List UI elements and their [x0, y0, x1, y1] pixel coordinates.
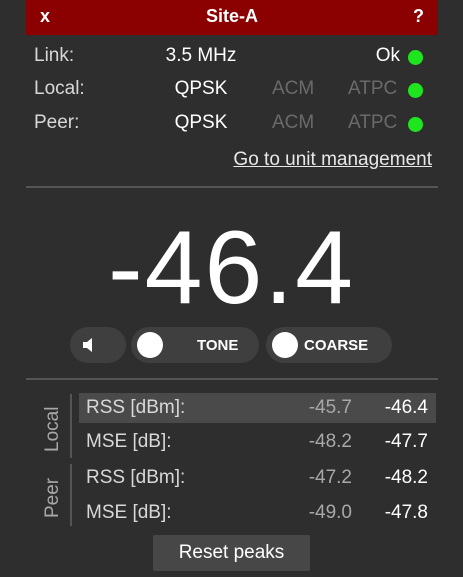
table-row: RSS [dBm]: -47.2 -48.2 — [79, 463, 436, 493]
title-bar: x Site-A ? — [26, 0, 438, 35]
link-state: Ok — [375, 45, 400, 66]
link-row: Link: 3.5 MHz Ok — [34, 43, 430, 71]
local-atpc: ATPC — [348, 78, 398, 99]
metric-peak: -47.7 — [384, 431, 428, 452]
peer-group-line — [70, 464, 72, 526]
peer-label: Peer: — [34, 112, 80, 133]
local-group-label: Local — [42, 406, 63, 452]
reset-peaks-button[interactable]: Reset peaks — [153, 535, 310, 571]
coarse-toggle[interactable]: COARSE — [266, 327, 392, 363]
local-label: Local: — [34, 78, 85, 99]
link-label: Link: — [34, 45, 75, 66]
peer-row: Peer: QPSK ACM ATPC — [34, 110, 430, 138]
metric-current: -47.2 — [308, 467, 352, 488]
coarse-toggle-knob — [272, 332, 298, 358]
metric-peak: -47.8 — [384, 502, 428, 523]
peer-acm: ACM — [272, 112, 315, 133]
tone-toggle-knob — [137, 332, 163, 358]
metric-label: MSE [dB]: — [86, 502, 172, 523]
metric-current: -49.0 — [308, 502, 352, 523]
mute-button[interactable] — [70, 327, 126, 363]
link-status-indicator — [408, 50, 423, 65]
metric-label: MSE [dB]: — [86, 431, 172, 452]
local-modulation: QPSK — [174, 78, 228, 99]
tone-toggle[interactable]: TONE — [131, 327, 259, 363]
metric-current: -48.2 — [308, 431, 352, 452]
divider-top — [26, 186, 438, 188]
local-group-line — [70, 394, 72, 458]
metric-label: RSS [dBm]: — [86, 397, 186, 418]
table-row: RSS [dBm]: -45.7 -46.4 — [79, 393, 436, 423]
metric-peak: -48.2 — [384, 467, 428, 488]
divider-bottom — [26, 378, 438, 380]
peer-atpc: ATPC — [348, 112, 398, 133]
local-status-indicator — [408, 83, 423, 98]
window-title: Site-A — [205, 6, 258, 26]
speaker-icon — [83, 338, 92, 352]
table-row: MSE [dB]: -48.2 -47.7 — [79, 427, 436, 457]
link-bandwidth: 3.5 MHz — [165, 45, 237, 66]
peer-group-label: Peer — [42, 477, 63, 518]
table-row: MSE [dB]: -49.0 -47.8 — [79, 498, 436, 528]
metric-current: -45.7 — [308, 397, 352, 418]
tone-label: TONE — [197, 337, 239, 354]
local-row: Local: QPSK ACM ATPC — [34, 76, 430, 104]
help-button[interactable]: ? — [413, 6, 424, 27]
unit-management-link[interactable]: Go to unit management — [233, 149, 432, 171]
peer-modulation: QPSK — [174, 112, 228, 133]
signal-reading: -46.4 — [107, 210, 356, 326]
coarse-label: COARSE — [304, 337, 369, 354]
local-acm: ACM — [272, 78, 315, 99]
peer-status-indicator — [408, 117, 423, 132]
metric-peak: -46.4 — [384, 397, 428, 418]
metric-label: RSS [dBm]: — [86, 467, 186, 488]
